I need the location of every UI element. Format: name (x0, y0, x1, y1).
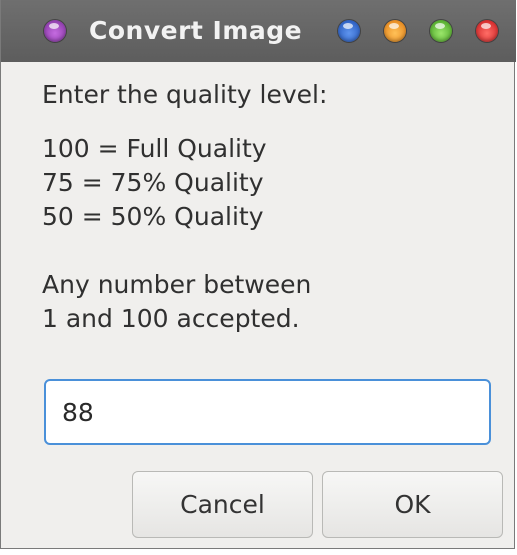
cancel-button[interactable]: Cancel (132, 471, 313, 538)
title-bar[interactable]: Convert Image (1, 0, 516, 62)
ok-button[interactable]: OK (322, 471, 503, 538)
dialog-message: Enter the quality level: 100 = Full Qual… (42, 78, 482, 336)
minimize-button-icon[interactable] (384, 20, 406, 42)
note-text: Any number between (42, 270, 312, 299)
window-title: Convert Image (89, 16, 303, 45)
note-text: 1 and 100 accepted. (42, 304, 300, 333)
option-text: 75 = 75% Quality (42, 168, 264, 197)
quality-input[interactable] (44, 379, 491, 445)
maximize-button-icon[interactable] (430, 20, 452, 42)
option-text: 100 = Full Quality (42, 134, 267, 163)
window-menu-icon[interactable] (44, 20, 66, 42)
option-text: 50 = 50% Quality (42, 202, 264, 231)
prompt-text: Enter the quality level: (42, 80, 328, 109)
convert-image-dialog: Convert Image Enter the quality level: 1… (0, 0, 516, 549)
close-button-icon[interactable] (476, 20, 498, 42)
shade-button-icon[interactable] (338, 20, 360, 42)
